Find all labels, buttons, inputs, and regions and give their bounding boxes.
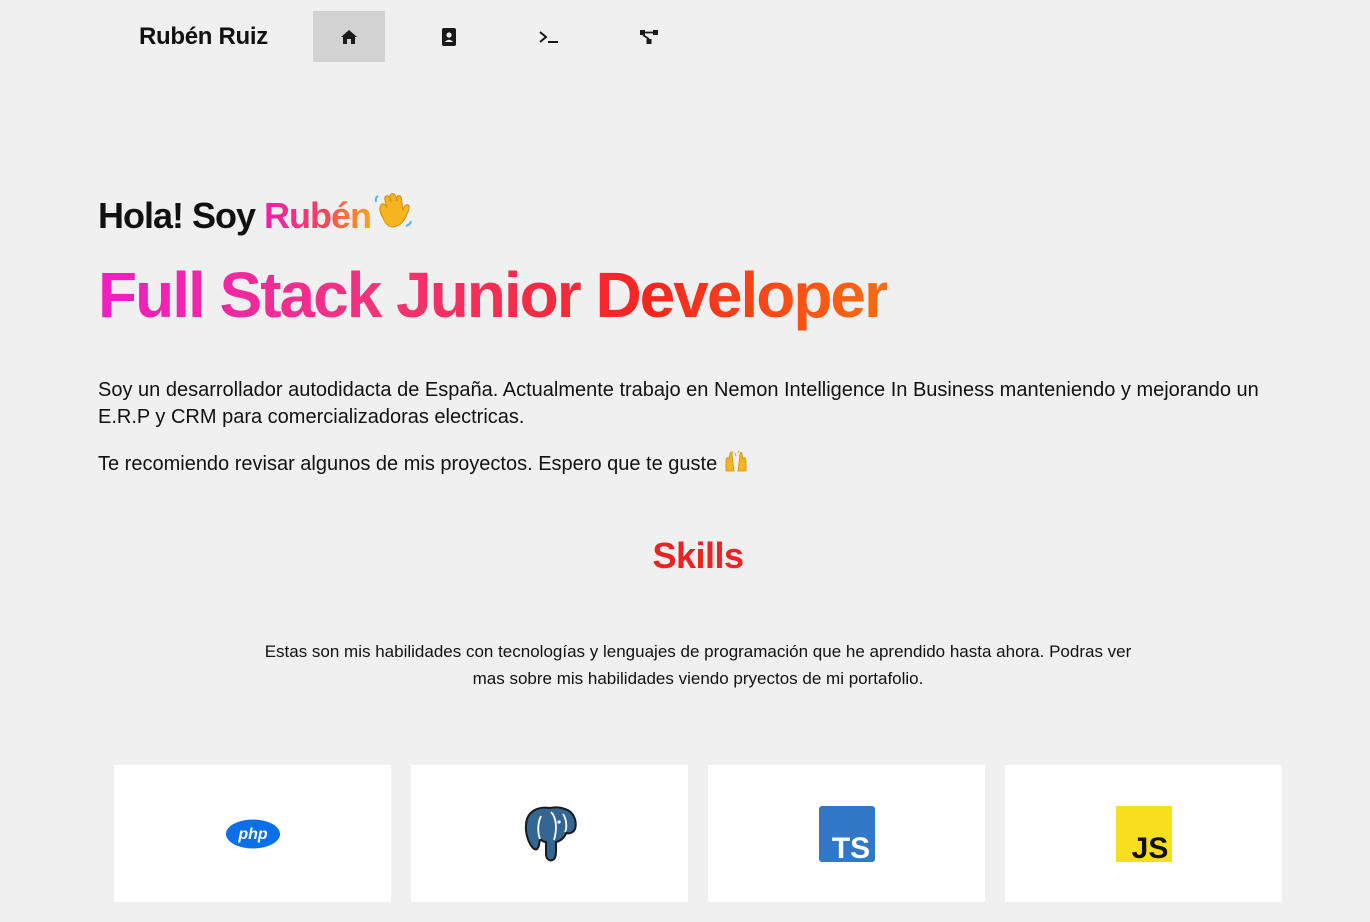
hero-name: Rubén [264, 195, 372, 236]
postgresql-icon [524, 805, 577, 861]
hero-role-title: Full Stack Junior Developer [98, 259, 889, 331]
skills-title: Skills [652, 535, 744, 576]
contact-card-icon [442, 27, 456, 46]
javascript-logo-text: JS [1131, 832, 1168, 862]
hero-recommendation: Te recomiendo revisar algunos de mis pro… [98, 450, 749, 481]
skills-description: Estas son mis habilidades con tecnología… [264, 642, 1132, 688]
skill-card-typescript[interactable]: TS [708, 765, 985, 902]
home-icon [341, 29, 357, 44]
top-navbar: Rubén Ruiz [0, 11, 1370, 62]
skill-card-php[interactable]: php [114, 765, 391, 902]
hero-intro: Soy un desarrollador autodidacta de Espa… [98, 379, 1259, 428]
network-graph-icon [640, 29, 658, 44]
raising-hands-icon [723, 450, 749, 481]
php-logo-text: php [237, 826, 268, 843]
skill-card-javascript[interactable]: JS [1005, 765, 1282, 902]
php-icon: php [225, 819, 280, 848]
brand-name[interactable]: Rubén Ruiz [139, 11, 268, 62]
typescript-logo-text: TS [831, 832, 869, 862]
hero-greeting: Hola! Soy Rubén [98, 192, 413, 239]
javascript-icon: JS [1115, 805, 1172, 862]
nav-projects-button[interactable] [613, 11, 685, 62]
terminal-icon [539, 30, 558, 43]
skill-card-postgresql[interactable] [411, 765, 688, 902]
typescript-icon: TS [818, 805, 875, 862]
recommend-text: Te recomiendo revisar algunos de mis pro… [98, 453, 718, 475]
greeting-text: Hola! Soy [98, 195, 265, 236]
nav-terminal-button[interactable] [513, 11, 585, 62]
waving-hand-icon [373, 192, 413, 239]
nav-contact-button[interactable] [413, 11, 485, 62]
nav-home-button[interactable] [313, 11, 385, 62]
